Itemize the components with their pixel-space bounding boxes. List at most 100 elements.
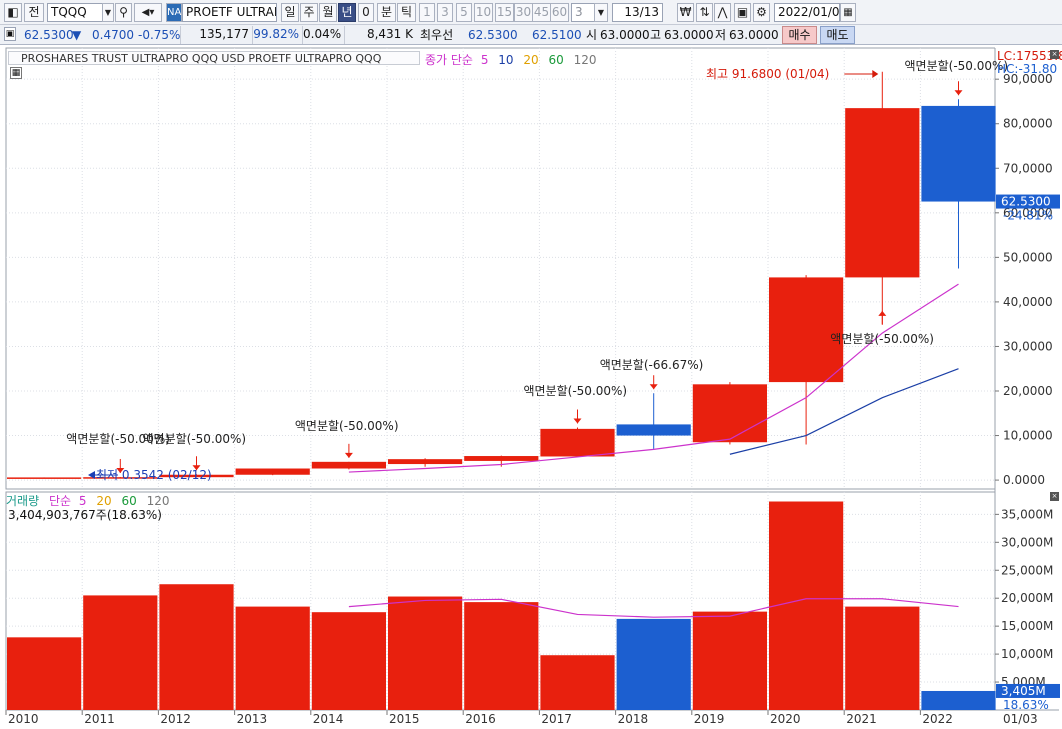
split-annotation: 액면분할(-50.00%): [295, 419, 399, 433]
price-direction-icon: ▼: [72, 28, 82, 42]
interval-10[interactable]: 10: [474, 3, 493, 22]
x-axis-label: 2012: [160, 712, 191, 726]
volume-total: 3,404,903,767주(18.63%): [8, 508, 162, 522]
low-label: 저: [715, 28, 727, 42]
candle-body: [388, 459, 463, 465]
tab-tick[interactable]: 틱: [397, 3, 416, 22]
volume-bar: [845, 606, 920, 710]
x-axis-label: 2011: [84, 712, 115, 726]
interval-15[interactable]: 15: [495, 3, 514, 22]
split-annotation: 액면분할(-50.00%): [905, 59, 1009, 73]
quote-bar: ▣ 62.5300 ▼ 0.4700 -0.75% 135,177 99.82%…: [0, 25, 1062, 45]
volume-bar: [83, 595, 158, 710]
tab-minute[interactable]: 분: [377, 3, 396, 22]
price-panel-title-text: PROSHARES TRUST ULTRAPRO QQQ USD PROETF …: [21, 52, 382, 65]
price-tick-label: 10,0000: [1003, 429, 1053, 443]
price-tick-label: 20,0000: [1003, 384, 1053, 398]
high-value: 63.0000: [664, 28, 714, 42]
tab-day[interactable]: 일: [281, 3, 299, 22]
prev-button[interactable]: 전: [24, 3, 44, 22]
legend-ma-60: 60: [548, 53, 564, 67]
interval-5[interactable]: 5: [456, 3, 472, 22]
tab-zero[interactable]: 0: [358, 3, 374, 22]
open-value: 63.0000: [600, 28, 650, 42]
custom-interval-dropdown-icon[interactable]: ▼: [594, 3, 608, 22]
volume-bar: [616, 618, 691, 710]
date-input[interactable]: 2022/01/03: [774, 3, 840, 22]
x-axis-label: 2010: [8, 712, 39, 726]
hc-label: HC:-31.80: [997, 62, 1057, 76]
compare-icon[interactable]: ⇅: [696, 3, 713, 22]
volume-bar: [311, 612, 386, 710]
volume-tick-label: 25,000M: [1001, 563, 1053, 577]
volume-bar: [235, 606, 310, 710]
tab-month[interactable]: 월: [319, 3, 337, 22]
volume-panel-close-icon[interactable]: ×: [1050, 492, 1059, 501]
candle-body: [845, 108, 920, 278]
volume-tick-label: 35,000M: [1001, 507, 1053, 521]
trend-icon[interactable]: ⋀: [714, 3, 731, 22]
low-value: 63.0000: [729, 28, 779, 42]
split-annotation: 액면분할(-66.67%): [600, 358, 704, 372]
page-indicator: 13/13: [612, 3, 663, 22]
candle-body: [464, 456, 539, 461]
x-axis-label: 2021: [846, 712, 877, 726]
x-axis-label: 2016: [465, 712, 496, 726]
x-axis-label: 2018: [618, 712, 649, 726]
save-icon[interactable]: ▣: [734, 3, 751, 22]
x-axis-last-label: 01/03: [1003, 712, 1038, 726]
volume-bar: [464, 602, 539, 710]
search-icon[interactable]: ⚲: [115, 3, 132, 22]
strength-value: 99.82%: [252, 26, 302, 44]
won-icon[interactable]: ₩: [677, 3, 694, 22]
split-annotation: 액면분할(-50.00%): [524, 384, 628, 398]
price-panel-close-icon[interactable]: ×: [1050, 50, 1059, 59]
custom-interval-input[interactable]: 3: [571, 3, 595, 22]
volume-tick-label: 15,000M: [1001, 619, 1053, 633]
tab-week[interactable]: 주: [300, 3, 318, 22]
volume-bar: [159, 584, 234, 710]
volume-bar: [769, 501, 844, 710]
high-annotation: 최고 91.6800 (01/04): [706, 67, 829, 81]
current-price: 62.5300: [24, 28, 74, 42]
volume-tick-label: 30,000M: [1001, 535, 1053, 549]
interval-60[interactable]: 60: [550, 3, 569, 22]
candle-body: [616, 424, 691, 436]
amount-value: 8,431 K: [344, 26, 416, 44]
current-volume-label: 3,405M: [1001, 684, 1046, 698]
buy-button[interactable]: 매수: [782, 26, 817, 44]
quote-toggle-icon[interactable]: ▣: [4, 27, 16, 41]
best-quote-label: 최우선: [420, 28, 454, 42]
best-ask: 62.5300: [468, 28, 518, 42]
window-menu-icon[interactable]: ◧: [4, 3, 22, 22]
yearly-price-volume-chart[interactable]: 0.0000 10,0000 20,0000 30,0000 40,0000 50,000…: [0, 46, 1062, 726]
interval-30[interactable]: 30: [514, 3, 533, 22]
legend-ma-10: 10: [498, 53, 514, 67]
tab-year[interactable]: 년: [338, 3, 356, 22]
current-price-label: 62.5300: [1001, 195, 1051, 209]
grid-toggle-icon[interactable]: ▦: [10, 67, 22, 79]
x-axis-label: 2022: [922, 712, 953, 726]
speaker-icon[interactable]: ◀▾: [134, 3, 162, 22]
high-label: 고: [650, 28, 662, 42]
candle-body: [692, 384, 767, 443]
candle-body: [311, 461, 386, 469]
volume-bar: [921, 690, 996, 710]
interval-3[interactable]: 3: [437, 3, 453, 22]
volume-value: 135,177: [180, 26, 252, 44]
price-change-pct: -0.75%: [138, 28, 181, 42]
candle-body: [235, 468, 310, 475]
price-tick-label: 0.0000: [1003, 473, 1045, 487]
candle-body: [7, 477, 82, 479]
best-bid: 62.5100: [532, 28, 582, 42]
settings-icon[interactable]: ⚙: [753, 3, 770, 22]
candle-body: [540, 428, 615, 457]
current-volume-pct: 18.63%: [1003, 698, 1049, 712]
interval-1[interactable]: 1: [419, 3, 435, 22]
symbol-dropdown-icon[interactable]: ▼: [102, 3, 114, 22]
interval-45[interactable]: 45: [532, 3, 551, 22]
sell-button[interactable]: 매도: [820, 26, 855, 44]
calendar-icon[interactable]: ▦: [840, 3, 856, 22]
market-badge: NA: [166, 3, 182, 22]
x-axis-label: 2015: [389, 712, 420, 726]
